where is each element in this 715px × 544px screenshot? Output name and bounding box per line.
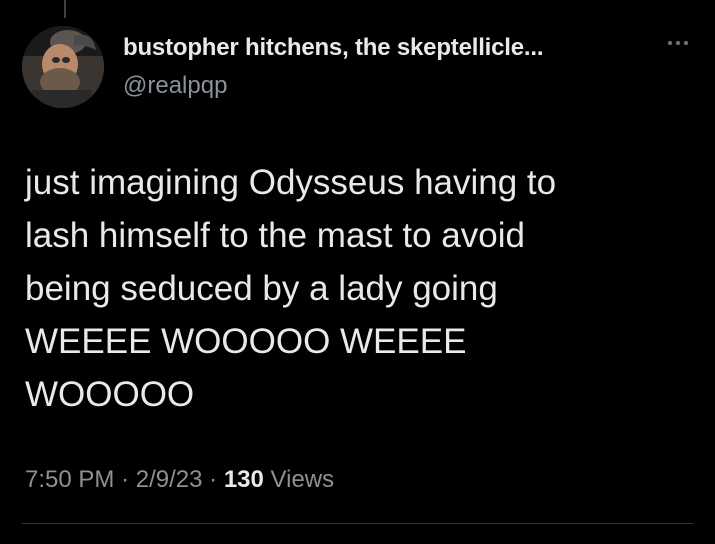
thread-connector-line [64,0,66,18]
tweet-time[interactable]: 7:50 PM [25,466,114,493]
tweet-date[interactable]: 2/9/23 [136,466,203,493]
tweet-text-line: just imagining Odysseus having to [25,163,557,202]
tweet-text-line: WOOOOO [25,375,195,414]
views-count[interactable]: 130 [224,466,264,493]
tweet-text-line: lash himself to the mast to avoid [25,216,525,255]
views-label: Views [270,466,335,493]
tweet-text: just imagining Odysseus having to lash h… [25,156,685,421]
tweet-meta: 7:50 PM · 2/9/23 · 130 Views [25,466,334,494]
tweet: bustopher hitchens, the skeptellicle... … [0,0,715,544]
divider [22,523,693,524]
avatar[interactable] [22,26,104,108]
display-name[interactable]: bustopher hitchens, the skeptellicle... [123,34,544,62]
tweet-text-line: WEEEE WOOOOO WEEEE [25,322,467,361]
tweet-text-line: being seduced by a lady going [25,269,498,308]
meta-separator: · [121,466,130,493]
more-options-icon[interactable] [666,38,690,48]
avatar-image [22,26,104,108]
user-handle[interactable]: @realpqp [123,72,227,100]
meta-separator: · [209,466,218,493]
